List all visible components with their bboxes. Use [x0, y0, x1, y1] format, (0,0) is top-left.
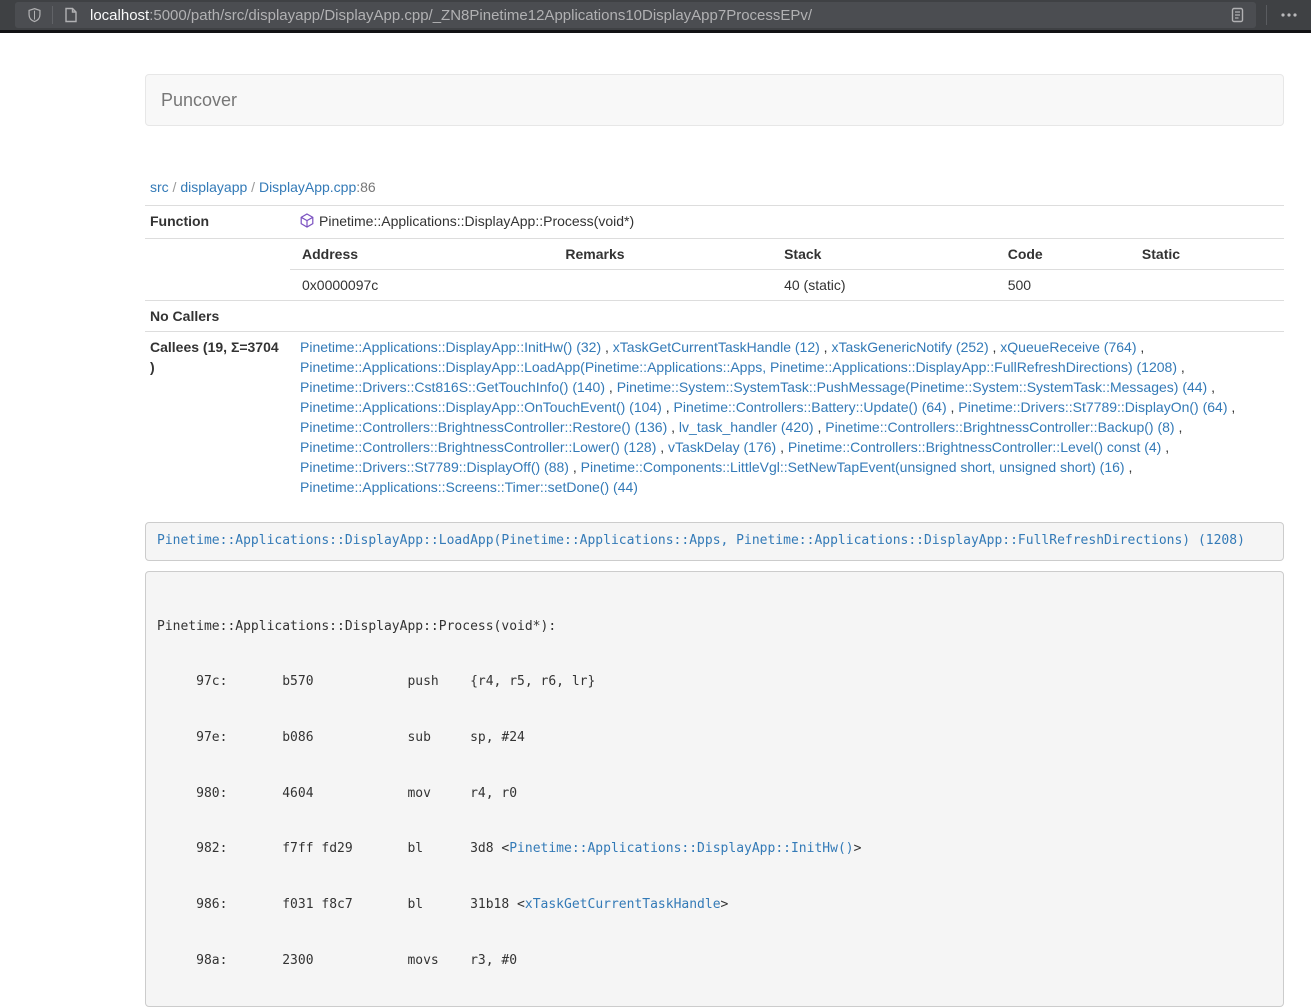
col-header-static: Static [1130, 239, 1284, 270]
asm-line: 97e: b086 sub sp, #24 [157, 729, 1272, 748]
asm-line: 982: f7ff fd29 bl 3d8 <Pinetime::Applica… [157, 840, 1272, 859]
urlbar-divider [52, 6, 53, 24]
breadcrumb-file-link[interactable]: DisplayApp.cpp [259, 179, 356, 195]
tracking-shield-icon[interactable] [23, 4, 45, 26]
breadcrumb: src / displayapp / DisplayApp.cpp:86 [145, 177, 1284, 197]
symbol-stats-table: Address Remarks Stack Code Static 0x0000… [290, 239, 1284, 300]
asm-line: 986: f031 f8c7 bl 31b18 <xTaskGetCurrent… [157, 896, 1272, 915]
callee-link[interactable]: xTaskGetCurrentTaskHandle (12) [613, 339, 820, 355]
symbol-stats-row: Address Remarks Stack Code Static 0x0000… [145, 239, 1284, 301]
address-bar[interactable]: localhost:5000/path/src/displayapp/Displ… [15, 2, 1256, 28]
callee-separator: , [947, 399, 959, 415]
overflow-menu-icon[interactable] [1277, 3, 1301, 27]
no-callers-row: No Callers [145, 301, 1284, 332]
site-navbar: Puncover [145, 74, 1284, 126]
stack-value: 40 (static) [772, 270, 996, 301]
toolbar-divider [1266, 5, 1267, 25]
code-value: 500 [996, 270, 1130, 301]
function-symbol-cell: Pinetime::Applications::DisplayApp::Proc… [290, 206, 1284, 239]
callee-link[interactable]: Pinetime::Controllers::Battery::Update()… [674, 399, 947, 415]
no-callers-label: No Callers [145, 301, 290, 332]
static-value [1130, 270, 1284, 301]
breadcrumb-separator: / [169, 179, 181, 195]
asm-line: 980: 4604 mov r4, r0 [157, 785, 1272, 804]
callee-link[interactable]: Pinetime::Controllers::BrightnessControl… [788, 439, 1161, 455]
disassembly-box: Pinetime::Applications::DisplayApp::Proc… [145, 571, 1284, 1007]
callee-link[interactable]: Pinetime::Drivers::St7789::DisplayOn() (… [958, 399, 1227, 415]
url-text[interactable]: localhost:5000/path/src/displayapp/Displ… [90, 7, 1226, 24]
breadcrumb-src-link[interactable]: src [150, 179, 169, 195]
symbol-stats-cell: Address Remarks Stack Code Static 0x0000… [290, 239, 1284, 301]
breadcrumb-displayapp-link[interactable]: displayapp [180, 179, 247, 195]
function-row-label: Function [145, 206, 290, 239]
callee-link[interactable]: vTaskDelay (176) [668, 439, 776, 455]
callees-cell: Pinetime::Applications::DisplayApp::Init… [290, 332, 1284, 503]
callee-separator: , [605, 379, 617, 395]
callee-link[interactable]: lv_task_handler (420) [679, 419, 814, 435]
highlighted-symbol-link[interactable]: Pinetime::Applications::DisplayApp::Load… [157, 533, 1245, 548]
col-header-stack: Stack [772, 239, 996, 270]
callee-separator: , [776, 439, 788, 455]
remarks-value [553, 270, 772, 301]
browser-toolbar: localhost:5000/path/src/displayapp/Displ… [0, 0, 1311, 33]
url-host: localhost [90, 7, 149, 24]
callee-link[interactable]: Pinetime::Drivers::Cst816S::GetTouchInfo… [300, 379, 605, 395]
callees-row: Callees (19, Σ=3704 ) Pinetime::Applicat… [145, 332, 1284, 503]
callee-link[interactable]: Pinetime::Components::LittleVgl::SetNewT… [581, 459, 1125, 475]
symbol-stats-row-spacer [145, 239, 290, 301]
callee-separator: , [1207, 379, 1215, 395]
callee-separator: , [601, 339, 613, 355]
asm-symbol-link[interactable]: xTaskGetCurrentTaskHandle [525, 897, 721, 912]
callee-link[interactable]: Pinetime::Controllers::BrightnessControl… [300, 419, 667, 435]
callees-label: Callees (19, Σ=3704 ) [145, 332, 290, 503]
callee-link[interactable]: Pinetime::Applications::Screens::Timer::… [300, 479, 638, 495]
function-symbol-name: Pinetime::Applications::DisplayApp::Proc… [319, 213, 634, 229]
callee-separator: , [820, 339, 832, 355]
callee-link[interactable]: Pinetime::Applications::DisplayApp::Init… [300, 339, 601, 355]
symbol-cube-icon [300, 213, 314, 233]
callee-separator: , [656, 439, 668, 455]
callee-separator: , [1136, 339, 1144, 355]
callee-separator: , [989, 339, 1001, 355]
callee-separator: , [1228, 399, 1236, 415]
function-row: Function Pinetime::Applications::Display… [145, 206, 1284, 239]
asm-line: 98a: 2300 movs r3, #0 [157, 952, 1272, 971]
breadcrumb-separator: / [247, 179, 259, 195]
callee-separator: , [667, 419, 679, 435]
highlighted-symbol-box: Pinetime::Applications::DisplayApp::Load… [145, 522, 1284, 561]
callee-link[interactable]: Pinetime::Controllers::BrightnessControl… [825, 419, 1174, 435]
address-value: 0x0000097c [290, 270, 553, 301]
brand-link[interactable]: Puncover [146, 90, 237, 110]
asm-label-line: Pinetime::Applications::DisplayApp::Proc… [157, 618, 1272, 637]
symbol-table: Function Pinetime::Applications::Display… [145, 205, 1284, 502]
callee-link[interactable]: Pinetime::Applications::DisplayApp::OnTo… [300, 399, 662, 415]
reader-view-icon[interactable] [1226, 4, 1248, 26]
callee-separator: , [814, 419, 826, 435]
callee-link[interactable]: Pinetime::Controllers::BrightnessControl… [300, 439, 656, 455]
page-icon[interactable] [60, 4, 82, 26]
stats-header-row: Address Remarks Stack Code Static [290, 239, 1284, 270]
callee-separator: , [1177, 359, 1185, 375]
callee-link[interactable]: Pinetime::System::SystemTask::PushMessag… [617, 379, 1208, 395]
col-header-remarks: Remarks [553, 239, 772, 270]
breadcrumb-line-number: :86 [356, 179, 375, 195]
asm-line: 97c: b570 push {r4, r5, r6, lr} [157, 673, 1272, 692]
stats-value-row: 0x0000097c 40 (static) 500 [290, 270, 1284, 301]
col-header-code: Code [996, 239, 1130, 270]
url-path: :5000/path/src/displayapp/DisplayApp.cpp… [149, 7, 812, 24]
page-content: Puncover src / displayapp / DisplayApp.c… [145, 74, 1284, 1007]
callee-separator: , [569, 459, 581, 475]
no-callers-cell [290, 301, 1284, 332]
asm-symbol-link[interactable]: Pinetime::Applications::DisplayApp::Init… [509, 841, 853, 856]
callee-separator: , [662, 399, 674, 415]
callee-separator: , [1161, 439, 1169, 455]
callee-separator: , [1175, 419, 1183, 435]
callee-link[interactable]: xTaskGenericNotify (252) [831, 339, 988, 355]
callee-link[interactable]: xQueueReceive (764) [1000, 339, 1136, 355]
callee-separator: , [1125, 459, 1133, 475]
callee-link[interactable]: Pinetime::Applications::DisplayApp::Load… [300, 359, 1177, 375]
callee-link[interactable]: Pinetime::Drivers::St7789::DisplayOff() … [300, 459, 569, 475]
col-header-address: Address [290, 239, 553, 270]
